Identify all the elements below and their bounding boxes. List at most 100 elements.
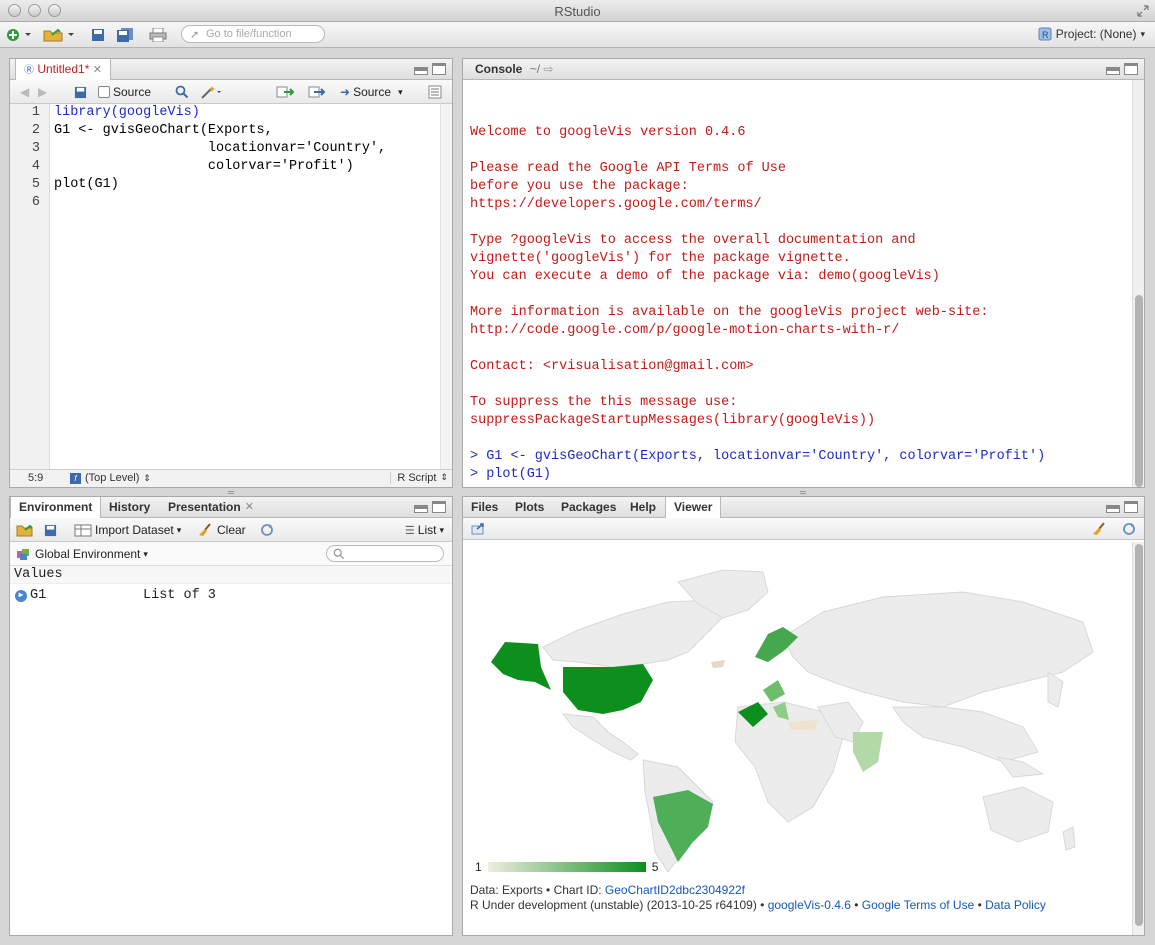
viewer-scrollbar[interactable] — [1132, 542, 1144, 935]
maximize-pane-button[interactable] — [1124, 63, 1138, 75]
project-menu[interactable]: R Project: (None) ▾ — [1038, 27, 1145, 41]
save-all-icon — [117, 28, 133, 42]
source-button-label: Source — [353, 85, 392, 99]
terms-link[interactable]: Google Terms of Use — [862, 898, 975, 912]
go-to-directory-icon[interactable]: ⇨ — [543, 62, 553, 76]
new-file-button[interactable] — [4, 26, 34, 44]
horizontal-splitter[interactable] — [228, 491, 234, 494]
find-button[interactable] — [175, 84, 189, 100]
values-section-header: Values — [10, 566, 452, 584]
outline-button[interactable] — [428, 84, 442, 100]
code-tools-button[interactable] — [200, 84, 222, 100]
viewer-toolbar — [463, 518, 1144, 540]
forward-arrow-icon[interactable]: ▶ — [38, 84, 47, 100]
save-editor-button[interactable] — [74, 84, 87, 100]
clear-viewer-button[interactable] — [1092, 521, 1108, 537]
horizontal-splitter[interactable] — [800, 491, 806, 494]
tab-viewer[interactable]: Viewer — [665, 497, 722, 519]
source-on-save-checkbox[interactable] — [98, 86, 110, 98]
source-on-save-toggle[interactable]: Source — [98, 84, 151, 100]
map-country-alaska — [491, 642, 551, 690]
scrollbar-thumb[interactable] — [1135, 544, 1143, 926]
separator: • — [974, 898, 986, 912]
console-line: before you use the package: — [470, 179, 689, 194]
chart-caption: Data: Exports • Chart ID: GeoChartID2dbc… — [470, 883, 745, 897]
legend-min: 1 — [475, 860, 482, 874]
minimize-pane-button[interactable] — [1106, 505, 1120, 513]
environment-pane-controls — [414, 501, 446, 513]
export-button[interactable] — [471, 521, 487, 537]
back-arrow-icon[interactable]: ◀ — [20, 84, 29, 100]
filetype-menu[interactable]: R Script ⇕ — [390, 472, 448, 484]
data-policy-link[interactable]: Data Policy — [985, 898, 1046, 912]
console-pane: Console ~/ ⇨ Welcome to googleVis versio… — [462, 58, 1145, 488]
source-arrow-icon: ➜ — [340, 85, 351, 99]
print-button[interactable] — [148, 26, 168, 44]
environment-search-input[interactable] — [326, 545, 444, 562]
tab-files[interactable]: Files — [463, 497, 506, 518]
minimize-pane-button[interactable] — [414, 505, 428, 513]
maximize-pane-button[interactable] — [1124, 501, 1138, 513]
maximize-pane-button[interactable] — [432, 63, 446, 75]
updown-icon: ⇕ — [143, 472, 151, 483]
minimize-pane-button[interactable] — [414, 67, 428, 75]
source-tabs: Ⓡ Untitled1* ✕ — [10, 59, 452, 81]
open-file-button[interactable] — [42, 26, 76, 44]
goto-file-input[interactable]: ➚ Go to file/function — [181, 25, 325, 43]
maximize-pane-button[interactable] — [432, 501, 446, 513]
line-number: 4 — [31, 159, 40, 174]
tab-untitled1[interactable]: Ⓡ Untitled1* ✕ — [15, 59, 111, 81]
table-row[interactable]: ▶ G1 List of 3 — [10, 587, 452, 605]
tab-help[interactable]: Help — [622, 497, 664, 518]
tab-plots[interactable]: Plots — [507, 497, 552, 518]
expand-icon[interactable]: ▶ — [15, 590, 27, 602]
load-workspace-button[interactable] — [16, 522, 34, 538]
minimize-pane-button[interactable] — [1106, 67, 1120, 75]
save-workspace-button[interactable] — [44, 522, 57, 538]
map-country-china-region — [892, 706, 1039, 763]
close-tab-icon[interactable]: ✕ — [93, 64, 102, 76]
close-tab-icon[interactable]: ✕ — [245, 497, 254, 518]
print-icon — [149, 28, 167, 42]
rerun-icon — [308, 86, 326, 98]
chart-id-link[interactable]: GeoChartID2dbc2304922f — [605, 883, 745, 897]
viewer-pane: Files Plots Packages Help Viewer 1 5 Dat… — [462, 496, 1145, 936]
tab-untitled1-label: Untitled1* — [37, 62, 90, 76]
console-scrollbar[interactable] — [1132, 80, 1144, 487]
view-mode-menu[interactable]: ☰ List ▾ — [405, 522, 444, 538]
scope-menu[interactable]: f (Top Level) ⇕ — [70, 472, 151, 484]
refresh-viewer-button[interactable] — [1122, 521, 1136, 537]
tab-packages[interactable]: Packages — [553, 497, 624, 518]
console-output[interactable]: Welcome to googleVis version 0.4.6 Please… — [463, 80, 1132, 487]
refresh-button[interactable] — [260, 522, 274, 538]
chevron-down-icon: ▾ — [1140, 28, 1145, 39]
scrollbar-thumb[interactable] — [1135, 295, 1143, 487]
save-all-button[interactable] — [115, 26, 135, 44]
editor-scrollbar[interactable] — [440, 104, 452, 469]
import-dataset-button[interactable]: Import Dataset ▾ — [74, 522, 181, 538]
object-name: G1 — [30, 588, 47, 603]
rerun-button[interactable] — [308, 84, 328, 100]
source-button[interactable]: ➜ Source ▾ — [340, 84, 403, 100]
code-editor[interactable]: 1 library(googleVis) 2 G1 <- gvisGeoChart(… — [10, 104, 452, 469]
geo-chart[interactable]: 1 5 Data: Exports • Chart ID: GeoChartID… — [463, 542, 1132, 935]
map-country-germany — [763, 680, 785, 702]
refresh-icon — [1123, 523, 1135, 535]
source-pane: Ⓡ Untitled1* ✕ ◀ ▶ Source ➜ Source ▾ 1 l… — [9, 58, 453, 488]
tab-history[interactable]: History — [101, 497, 158, 518]
run-line-button[interactable] — [276, 84, 296, 100]
search-icon — [333, 548, 345, 560]
tab-presentation[interactable]: Presentation ✕ — [160, 497, 262, 518]
environment-scope-menu[interactable]: Global Environment ▾ — [16, 546, 148, 562]
refresh-icon — [261, 524, 273, 536]
console-line: More information is available on the goo… — [470, 305, 989, 320]
tab-environment[interactable]: Environment — [10, 497, 102, 519]
save-button[interactable] — [89, 26, 107, 44]
map-country-russia-asia — [782, 591, 1094, 708]
clear-workspace-button[interactable]: Clear — [198, 522, 246, 538]
console-line: suppressPackageStartupMessages(library(g… — [470, 413, 876, 428]
fullscreen-icon[interactable] — [1137, 5, 1149, 17]
tab-console[interactable]: Console ~/ ⇨ — [467, 59, 561, 80]
console-line: Welcome to googleVis version 0.4.6 — [470, 125, 746, 140]
googlevis-link[interactable]: googleVis-0.4.6 — [768, 898, 851, 912]
